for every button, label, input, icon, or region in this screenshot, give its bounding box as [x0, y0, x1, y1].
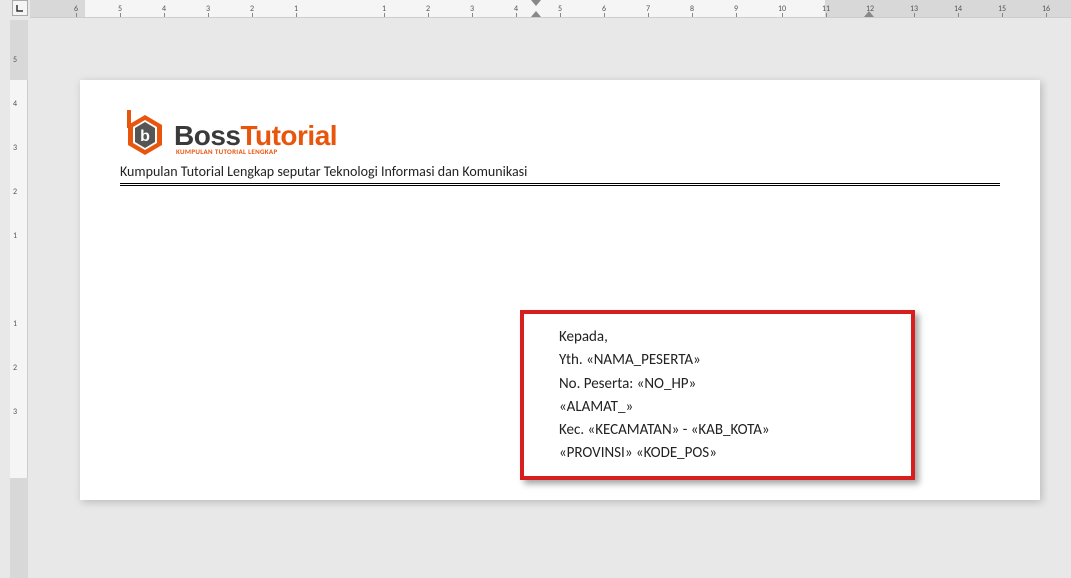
- address-line-4: «ALAMAT_»: [559, 396, 876, 419]
- ruler-mark: 6: [74, 0, 78, 17]
- document-page: b BossTutorial KUMPULAN TUTORIAL LENGKAP…: [80, 80, 1040, 500]
- address-line-2: Yth. «NAMA_PESERTA»: [559, 349, 876, 372]
- ruler-mark: 2: [426, 0, 430, 17]
- ruler-v-mark: 1: [13, 231, 17, 241]
- ruler-mark: 11: [822, 0, 830, 17]
- ruler-mark: 1: [382, 0, 386, 17]
- address-highlight-box: Kepada, Yth. «NAMA_PESERTA» No. Peserta:…: [520, 310, 915, 480]
- header-subtitle: Kumpulan Tutorial Lengkap seputar Teknol…: [120, 163, 1000, 186]
- ruler-v-mark: 2: [13, 363, 17, 373]
- address-line-3: No. Peserta: «NO_HP»: [559, 373, 876, 396]
- ruler-mark: 10: [778, 0, 786, 17]
- ruler-mark: 13: [910, 0, 918, 17]
- logo-brand: BossTutorial: [174, 122, 337, 150]
- address-line-1: Kepada,: [559, 326, 876, 349]
- ruler-mark: 7: [646, 0, 650, 17]
- ruler-v-mark: 3: [13, 143, 17, 153]
- ruler-mark: 3: [470, 0, 474, 17]
- logo-tagline: KUMPULAN TUTORIAL LENGKAP: [176, 147, 337, 156]
- ruler-mark: 5: [558, 0, 562, 17]
- ruler-mark: 16: [1042, 0, 1050, 17]
- document-area[interactable]: b BossTutorial KUMPULAN TUTORIAL LENGKAP…: [30, 20, 1071, 556]
- logo-icon: b: [120, 110, 170, 160]
- ruler-v-mark: 3: [13, 407, 17, 417]
- address-line-5: Kec. «KECAMATAN» - «KAB_KOTA»: [559, 419, 876, 442]
- logo-container: b BossTutorial KUMPULAN TUTORIAL LENGKAP: [120, 110, 1000, 160]
- ruler-mark: 4: [162, 0, 166, 17]
- ruler-mark: 8: [690, 0, 694, 17]
- ruler-mark: 15: [998, 0, 1006, 17]
- ruler-mark: 5: [118, 0, 122, 17]
- ruler-v-mark: 4: [13, 99, 17, 109]
- ruler-v-mark: 5: [13, 55, 17, 65]
- tab-stop-selector[interactable]: [12, 0, 28, 16]
- first-line-indent-marker[interactable]: [531, 0, 541, 6]
- hanging-indent-marker[interactable]: [531, 11, 541, 17]
- ruler-mark: 2: [250, 0, 254, 17]
- ruler-mark: 6: [602, 0, 606, 17]
- vertical-ruler[interactable]: 5 4 3 2 1 1 2 3: [10, 20, 28, 556]
- ruler-mark: 9: [734, 0, 738, 17]
- ruler-mark: 3: [206, 0, 210, 17]
- ruler-v-mark: 2: [13, 187, 17, 197]
- ruler-mark: 14: [954, 0, 962, 17]
- right-indent-marker[interactable]: [864, 11, 874, 17]
- ruler-v-mark: 1: [13, 319, 17, 329]
- horizontal-ruler[interactable]: 6 5 4 3 2 1 1 2 3 4 5 6 7 8 9 10 11 12 1…: [30, 0, 1071, 18]
- svg-text:b: b: [140, 128, 150, 145]
- ruler-mark: 4: [514, 0, 518, 17]
- address-line-6: «PROVINSI» «KODE_POS»: [559, 442, 876, 465]
- ruler-mark: 1: [294, 0, 298, 17]
